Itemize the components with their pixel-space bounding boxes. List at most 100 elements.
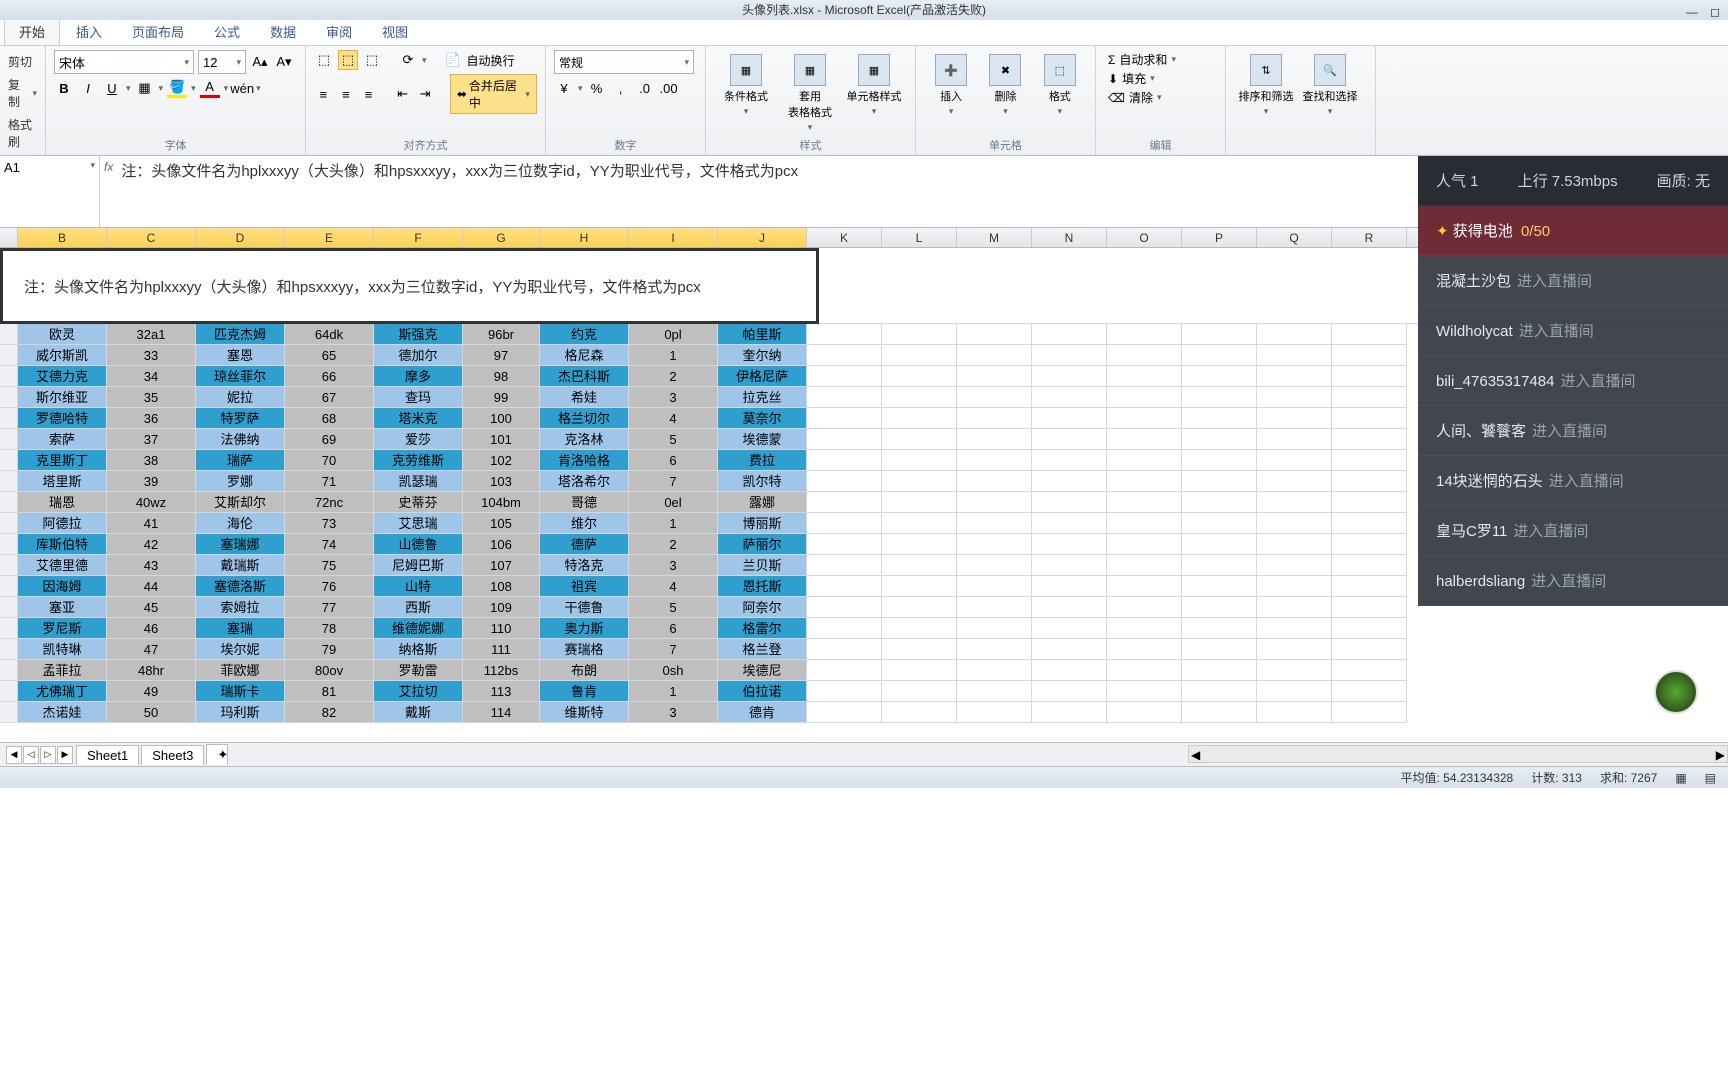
cell[interactable]: 奎尔纳 [718, 345, 807, 366]
cell[interactable] [1107, 408, 1182, 429]
table-row[interactable]: 孟菲拉48hr菲欧娜80ov罗勒雷112bs布朗0sh埃德尼 [0, 660, 1728, 681]
cell[interactable] [1182, 324, 1257, 345]
cell[interactable] [1257, 387, 1332, 408]
cell[interactable]: 65 [285, 345, 374, 366]
font-color-button[interactable]: A [200, 78, 220, 98]
cell[interactable] [807, 660, 882, 681]
table-row[interactable]: 凯特琳47埃尔妮79纳格斯111赛瑞格7格兰登 [0, 639, 1728, 660]
cell[interactable] [957, 492, 1032, 513]
format-table-button[interactable]: ▦套用 表格格式▾ [778, 50, 842, 133]
fx-icon[interactable]: fx [104, 160, 113, 174]
wrap-text-icon[interactable]: 📄 [443, 50, 463, 70]
cell[interactable]: 50 [107, 702, 196, 723]
cell[interactable]: 德萨 [540, 534, 629, 555]
cell[interactable] [1032, 324, 1107, 345]
wrap-text-button[interactable]: 自动换行 [467, 52, 515, 69]
cell[interactable]: 爱莎 [374, 429, 463, 450]
cell[interactable]: 戴斯 [374, 702, 463, 723]
cell[interactable]: 42 [107, 534, 196, 555]
cell[interactable] [1032, 471, 1107, 492]
cell[interactable]: 109 [463, 597, 540, 618]
cell[interactable] [807, 681, 882, 702]
cell[interactable]: 80ov [285, 660, 374, 681]
cell[interactable]: 艾斯却尔 [196, 492, 285, 513]
col-header-N[interactable]: N [1032, 228, 1107, 247]
cell[interactable] [1107, 660, 1182, 681]
cell[interactable] [1107, 513, 1182, 534]
cell[interactable]: 7 [629, 639, 718, 660]
cell[interactable] [807, 429, 882, 450]
cell[interactable] [1107, 450, 1182, 471]
cell[interactable] [1107, 576, 1182, 597]
cell[interactable]: 塞德洛斯 [196, 576, 285, 597]
cell[interactable]: 西斯 [374, 597, 463, 618]
col-header-F[interactable]: F [374, 228, 463, 247]
cell[interactable] [957, 345, 1032, 366]
cell[interactable]: 78 [285, 618, 374, 639]
cell[interactable]: 艾思瑞 [374, 513, 463, 534]
cell[interactable] [1332, 639, 1407, 660]
cell[interactable]: 凯瑟瑞 [374, 471, 463, 492]
cell[interactable]: 索萨 [18, 429, 107, 450]
cell[interactable] [1182, 702, 1257, 723]
cell[interactable] [807, 450, 882, 471]
cell[interactable]: 孟菲拉 [18, 660, 107, 681]
cell[interactable]: 1 [629, 345, 718, 366]
cell[interactable] [1107, 639, 1182, 660]
cell[interactable] [807, 345, 882, 366]
cell[interactable]: 德肯 [718, 702, 807, 723]
cell[interactable]: 73 [285, 513, 374, 534]
col-header-P[interactable]: P [1182, 228, 1257, 247]
cell[interactable]: 莫奈尔 [718, 408, 807, 429]
cell[interactable]: 3 [629, 555, 718, 576]
cell[interactable] [1182, 366, 1257, 387]
cell[interactable]: 纳格斯 [374, 639, 463, 660]
tab-开始[interactable]: 开始 [4, 17, 60, 45]
cell[interactable] [1182, 408, 1257, 429]
cell[interactable]: 史蒂芬 [374, 492, 463, 513]
cell[interactable] [1257, 429, 1332, 450]
cell[interactable] [1182, 387, 1257, 408]
underline-button[interactable]: U [102, 78, 122, 98]
cell[interactable] [882, 450, 957, 471]
sheet-nav-last-icon[interactable]: ▶ [57, 746, 73, 764]
cell[interactable] [957, 366, 1032, 387]
italic-button[interactable]: I [78, 78, 98, 98]
cell[interactable] [1032, 513, 1107, 534]
align-middle-icon[interactable]: ⬚ [338, 50, 358, 70]
cell[interactable]: 约克 [540, 324, 629, 345]
cell[interactable]: 103 [463, 471, 540, 492]
cut-button[interactable]: 剪切 [8, 50, 37, 73]
cell[interactable]: 99 [463, 387, 540, 408]
cell[interactable] [1332, 513, 1407, 534]
cell[interactable]: 埃德蒙 [718, 429, 807, 450]
cell[interactable]: 76 [285, 576, 374, 597]
cell[interactable] [882, 471, 957, 492]
col-header-L[interactable]: L [882, 228, 957, 247]
cell[interactable]: 79 [285, 639, 374, 660]
cell[interactable]: 6 [629, 450, 718, 471]
cell[interactable] [957, 639, 1032, 660]
cell[interactable] [1032, 576, 1107, 597]
cell[interactable]: 塔米克 [374, 408, 463, 429]
cell[interactable]: 0el [629, 492, 718, 513]
cell[interactable] [1257, 366, 1332, 387]
cell[interactable]: 罗勒雷 [374, 660, 463, 681]
font-size-select[interactable]: 12▾ [198, 50, 246, 74]
cell[interactable]: 96br [463, 324, 540, 345]
cell[interactable] [1107, 429, 1182, 450]
cell[interactable] [1032, 534, 1107, 555]
cell[interactable]: 105 [463, 513, 540, 534]
cell[interactable] [1332, 534, 1407, 555]
cell[interactable] [1182, 534, 1257, 555]
cell[interactable]: 104bm [463, 492, 540, 513]
currency-button[interactable]: ¥ [554, 78, 574, 98]
cell[interactable]: 凯尔特 [718, 471, 807, 492]
find-select-button[interactable]: 🔍查找和选择▾ [1298, 50, 1362, 117]
cell[interactable] [957, 450, 1032, 471]
cell[interactable]: 2 [629, 366, 718, 387]
cell[interactable]: 赛瑞格 [540, 639, 629, 660]
cell[interactable]: 102 [463, 450, 540, 471]
cell[interactable]: 72nc [285, 492, 374, 513]
cell[interactable]: 杰巴科斯 [540, 366, 629, 387]
